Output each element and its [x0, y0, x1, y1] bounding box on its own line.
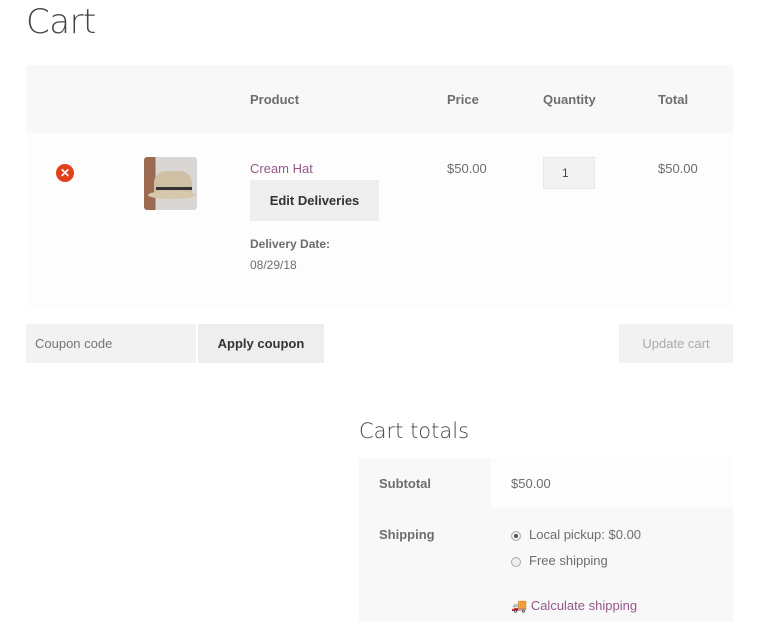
cart-table-row	[26, 133, 733, 307]
product-thumbnail[interactable]	[144, 157, 197, 210]
calculate-shipping-link[interactable]: 🚚 Calculate shipping	[511, 598, 733, 614]
edit-deliveries-button[interactable]: Edit Deliveries	[250, 180, 379, 221]
apply-coupon-button[interactable]: Apply coupon	[198, 324, 324, 363]
radio-unselected[interactable]	[511, 556, 521, 567]
subtotal-value: $50.00	[491, 458, 733, 508]
delivery-date-label: Delivery Date:	[250, 237, 331, 251]
subtotal-label: Subtotal	[359, 458, 491, 508]
update-cart-button[interactable]: Update cart	[619, 324, 733, 363]
product-name-link[interactable]: Cream Hat	[250, 161, 313, 176]
header-product: Product	[250, 92, 300, 107]
quantity-input[interactable]: 1	[543, 157, 595, 189]
coupon-code-input[interactable]	[26, 324, 196, 363]
option-label: Local pickup: $0.00	[529, 527, 642, 542]
cart-totals-title: Cart totals	[359, 419, 470, 443]
calculate-shipping-label: Calculate shipping	[530, 598, 638, 613]
header-total: Total	[658, 92, 689, 107]
shipping-label: Shipping	[359, 508, 491, 622]
delivery-date-value: 08/29/18	[250, 258, 297, 272]
shipping-option-local[interactable]: Local pickup: $0.00	[511, 527, 733, 553]
item-price: $50.00	[447, 161, 487, 176]
header-quantity: Quantity	[543, 92, 596, 107]
page-title: Cart	[26, 2, 96, 42]
cart-table-header	[26, 65, 733, 133]
shipping-option-free[interactable]: Free shipping	[511, 553, 733, 579]
radio-selected[interactable]	[511, 530, 521, 541]
item-total: $50.00	[658, 161, 698, 176]
header-price: Price	[447, 92, 479, 107]
shipping-options: Local pickup: $0.00 Free shipping 🚚 Calc…	[491, 508, 733, 622]
remove-item-icon[interactable]: ✕	[56, 164, 74, 182]
truck-icon: 🚚	[511, 598, 528, 613]
option-label: Free shipping	[529, 553, 608, 568]
